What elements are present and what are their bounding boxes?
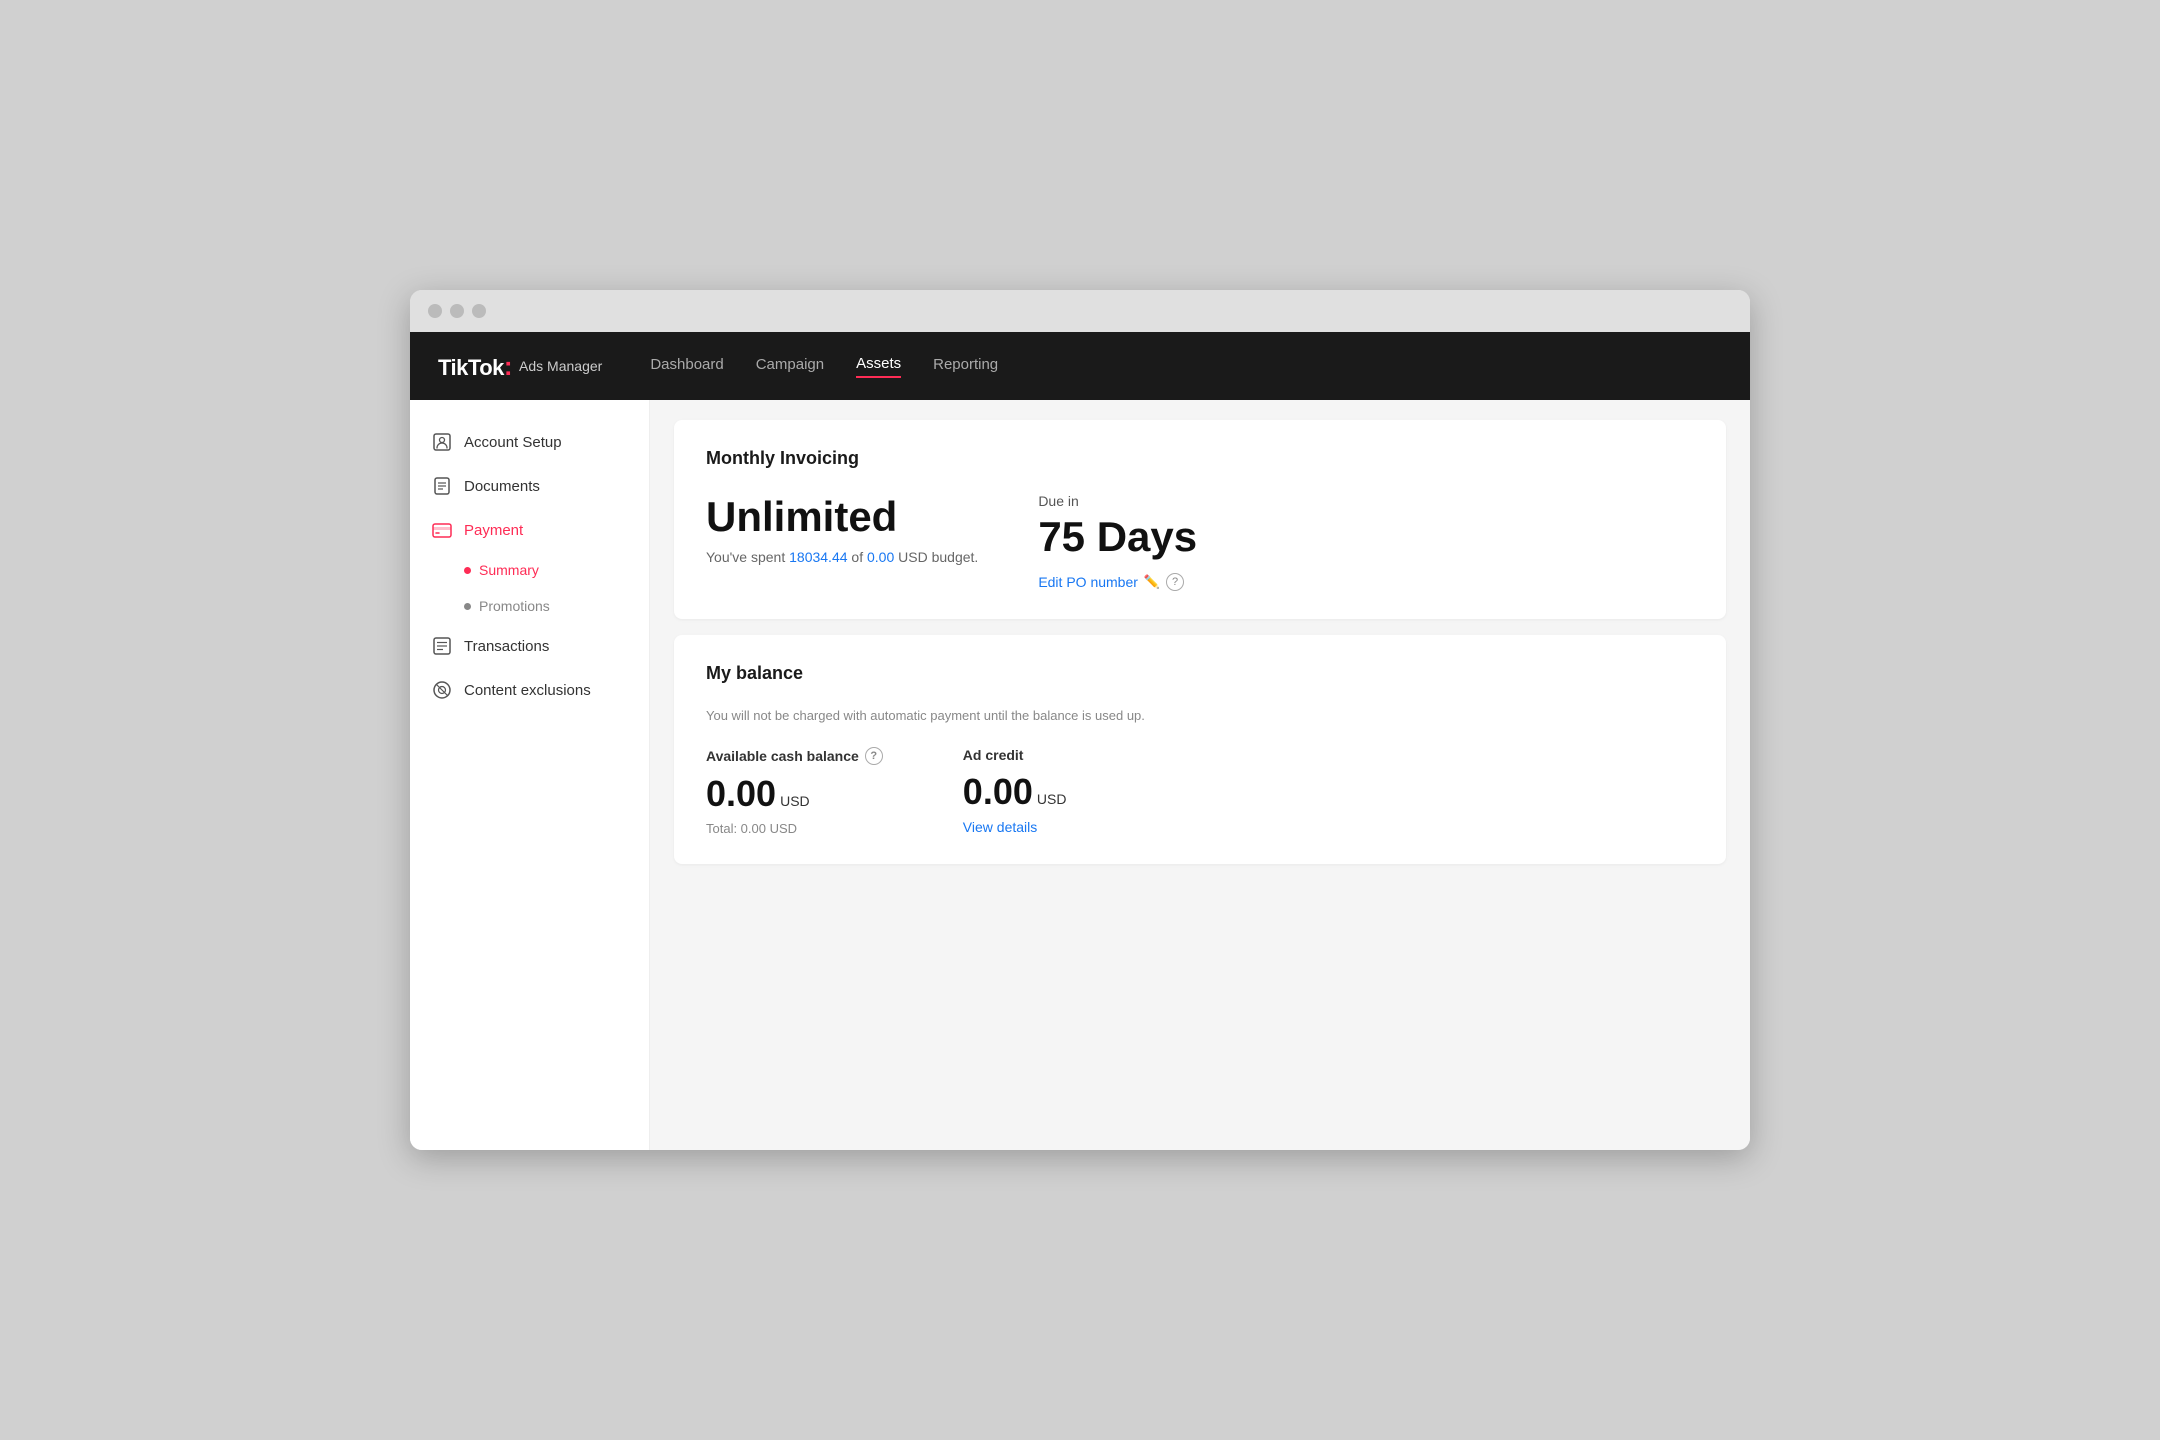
view-details-link[interactable]: View details — [963, 819, 1067, 835]
sidebar: Account Setup Documents — [410, 400, 650, 1150]
brand-name: TikTok: — [438, 351, 513, 382]
budget-label: Unlimited — [706, 493, 978, 541]
browser-chrome — [410, 290, 1750, 332]
days-value: 75 Days — [1038, 513, 1197, 561]
documents-icon — [432, 476, 452, 496]
nav-reporting[interactable]: Reporting — [933, 356, 998, 377]
browser-window: TikTok: Ads Manager Dashboard Campaign A… — [410, 290, 1750, 1150]
edit-icon: ✏️ — [1144, 574, 1160, 590]
sidebar-item-payment[interactable]: Payment — [410, 508, 649, 552]
balance-grid: Available cash balance ? 0.00USD Total: … — [706, 747, 1694, 836]
cash-balance-currency: USD — [780, 793, 810, 809]
transactions-icon — [432, 636, 452, 656]
sidebar-label-summary: Summary — [479, 562, 539, 578]
nav-campaign[interactable]: Campaign — [756, 356, 824, 377]
close-button[interactable] — [428, 304, 442, 318]
due-label: Due in — [1038, 493, 1197, 509]
content-exclusions-icon — [432, 680, 452, 700]
spent-text: You've spent 18034.44 of 0.00 USD budget… — [706, 549, 978, 565]
account-setup-icon — [432, 432, 452, 452]
ad-credit-amount: 0.00 — [963, 771, 1033, 812]
edit-po-link[interactable]: Edit PO number ✏️ — [1038, 574, 1160, 590]
invoicing-grid: Unlimited You've spent 18034.44 of 0.00 … — [706, 493, 1694, 591]
edit-po-label: Edit PO number — [1038, 574, 1138, 590]
spent-prefix: You've spent — [706, 549, 789, 565]
payment-icon — [432, 520, 452, 540]
invoice-left: Unlimited You've spent 18034.44 of 0.00 … — [706, 493, 978, 565]
sidebar-label-account-setup: Account Setup — [464, 434, 562, 451]
nav-links: Dashboard Campaign Assets Reporting — [650, 355, 998, 378]
monthly-invoicing-card: Monthly Invoicing Unlimited You've spent… — [674, 420, 1726, 619]
help-icon[interactable]: ? — [1166, 573, 1184, 591]
main-layout: Account Setup Documents — [410, 400, 1750, 1150]
sidebar-item-account-setup[interactable]: Account Setup — [410, 420, 649, 464]
summary-dot — [464, 567, 471, 574]
sidebar-label-documents: Documents — [464, 478, 540, 495]
promotions-dot — [464, 603, 471, 610]
cash-balance-amount: 0.00 — [706, 773, 776, 814]
spent-of-amount-link[interactable]: 0.00 — [867, 549, 894, 565]
edit-po-row: Edit PO number ✏️ ? — [1038, 573, 1197, 591]
spent-suffix: USD budget. — [894, 549, 978, 565]
minimize-button[interactable] — [450, 304, 464, 318]
sidebar-item-documents[interactable]: Documents — [410, 464, 649, 508]
my-balance-card: My balance You will not be charged with … — [674, 635, 1726, 864]
cash-balance-total: Total: 0.00 USD — [706, 821, 883, 836]
top-nav: TikTok: Ads Manager Dashboard Campaign A… — [410, 332, 1750, 400]
spent-of: of — [848, 549, 867, 565]
cash-balance-label: Available cash balance — [706, 748, 859, 764]
sidebar-sub-promotions[interactable]: Promotions — [410, 588, 649, 624]
sidebar-sub-summary[interactable]: Summary — [410, 552, 649, 588]
cash-balance-help-icon[interactable]: ? — [865, 747, 883, 765]
ad-credit-col: Ad credit 0.00USD View details — [963, 747, 1067, 836]
sidebar-label-payment: Payment — [464, 522, 523, 539]
sidebar-item-transactions[interactable]: Transactions — [410, 624, 649, 668]
sidebar-label-content-exclusions: Content exclusions — [464, 682, 591, 699]
sidebar-label-promotions: Promotions — [479, 598, 550, 614]
nav-assets[interactable]: Assets — [856, 355, 901, 378]
nav-dashboard[interactable]: Dashboard — [650, 356, 723, 377]
invoice-right: Due in 75 Days Edit PO number ✏️ ? — [1038, 493, 1197, 591]
ad-credit-currency: USD — [1037, 791, 1067, 807]
ad-credit-label: Ad credit — [963, 747, 1024, 763]
monthly-invoicing-title: Monthly Invoicing — [706, 448, 1694, 469]
balance-subtitle: You will not be charged with automatic p… — [706, 708, 1694, 723]
spent-amount-link[interactable]: 18034.44 — [789, 549, 847, 565]
sidebar-item-content-exclusions[interactable]: Content exclusions — [410, 668, 649, 712]
maximize-button[interactable] — [472, 304, 486, 318]
cash-balance-col: Available cash balance ? 0.00USD Total: … — [706, 747, 883, 836]
main-content: Monthly Invoicing Unlimited You've spent… — [650, 400, 1750, 1150]
brand-logo: TikTok: Ads Manager — [438, 351, 602, 382]
ad-credit-amount-row: 0.00USD — [963, 771, 1067, 813]
my-balance-title: My balance — [706, 663, 1694, 684]
cash-balance-amount-row: 0.00USD — [706, 773, 883, 815]
cash-balance-header: Available cash balance ? — [706, 747, 883, 765]
ad-credit-header: Ad credit — [963, 747, 1067, 763]
sidebar-label-transactions: Transactions — [464, 638, 549, 655]
brand-subtitle: Ads Manager — [519, 358, 602, 374]
